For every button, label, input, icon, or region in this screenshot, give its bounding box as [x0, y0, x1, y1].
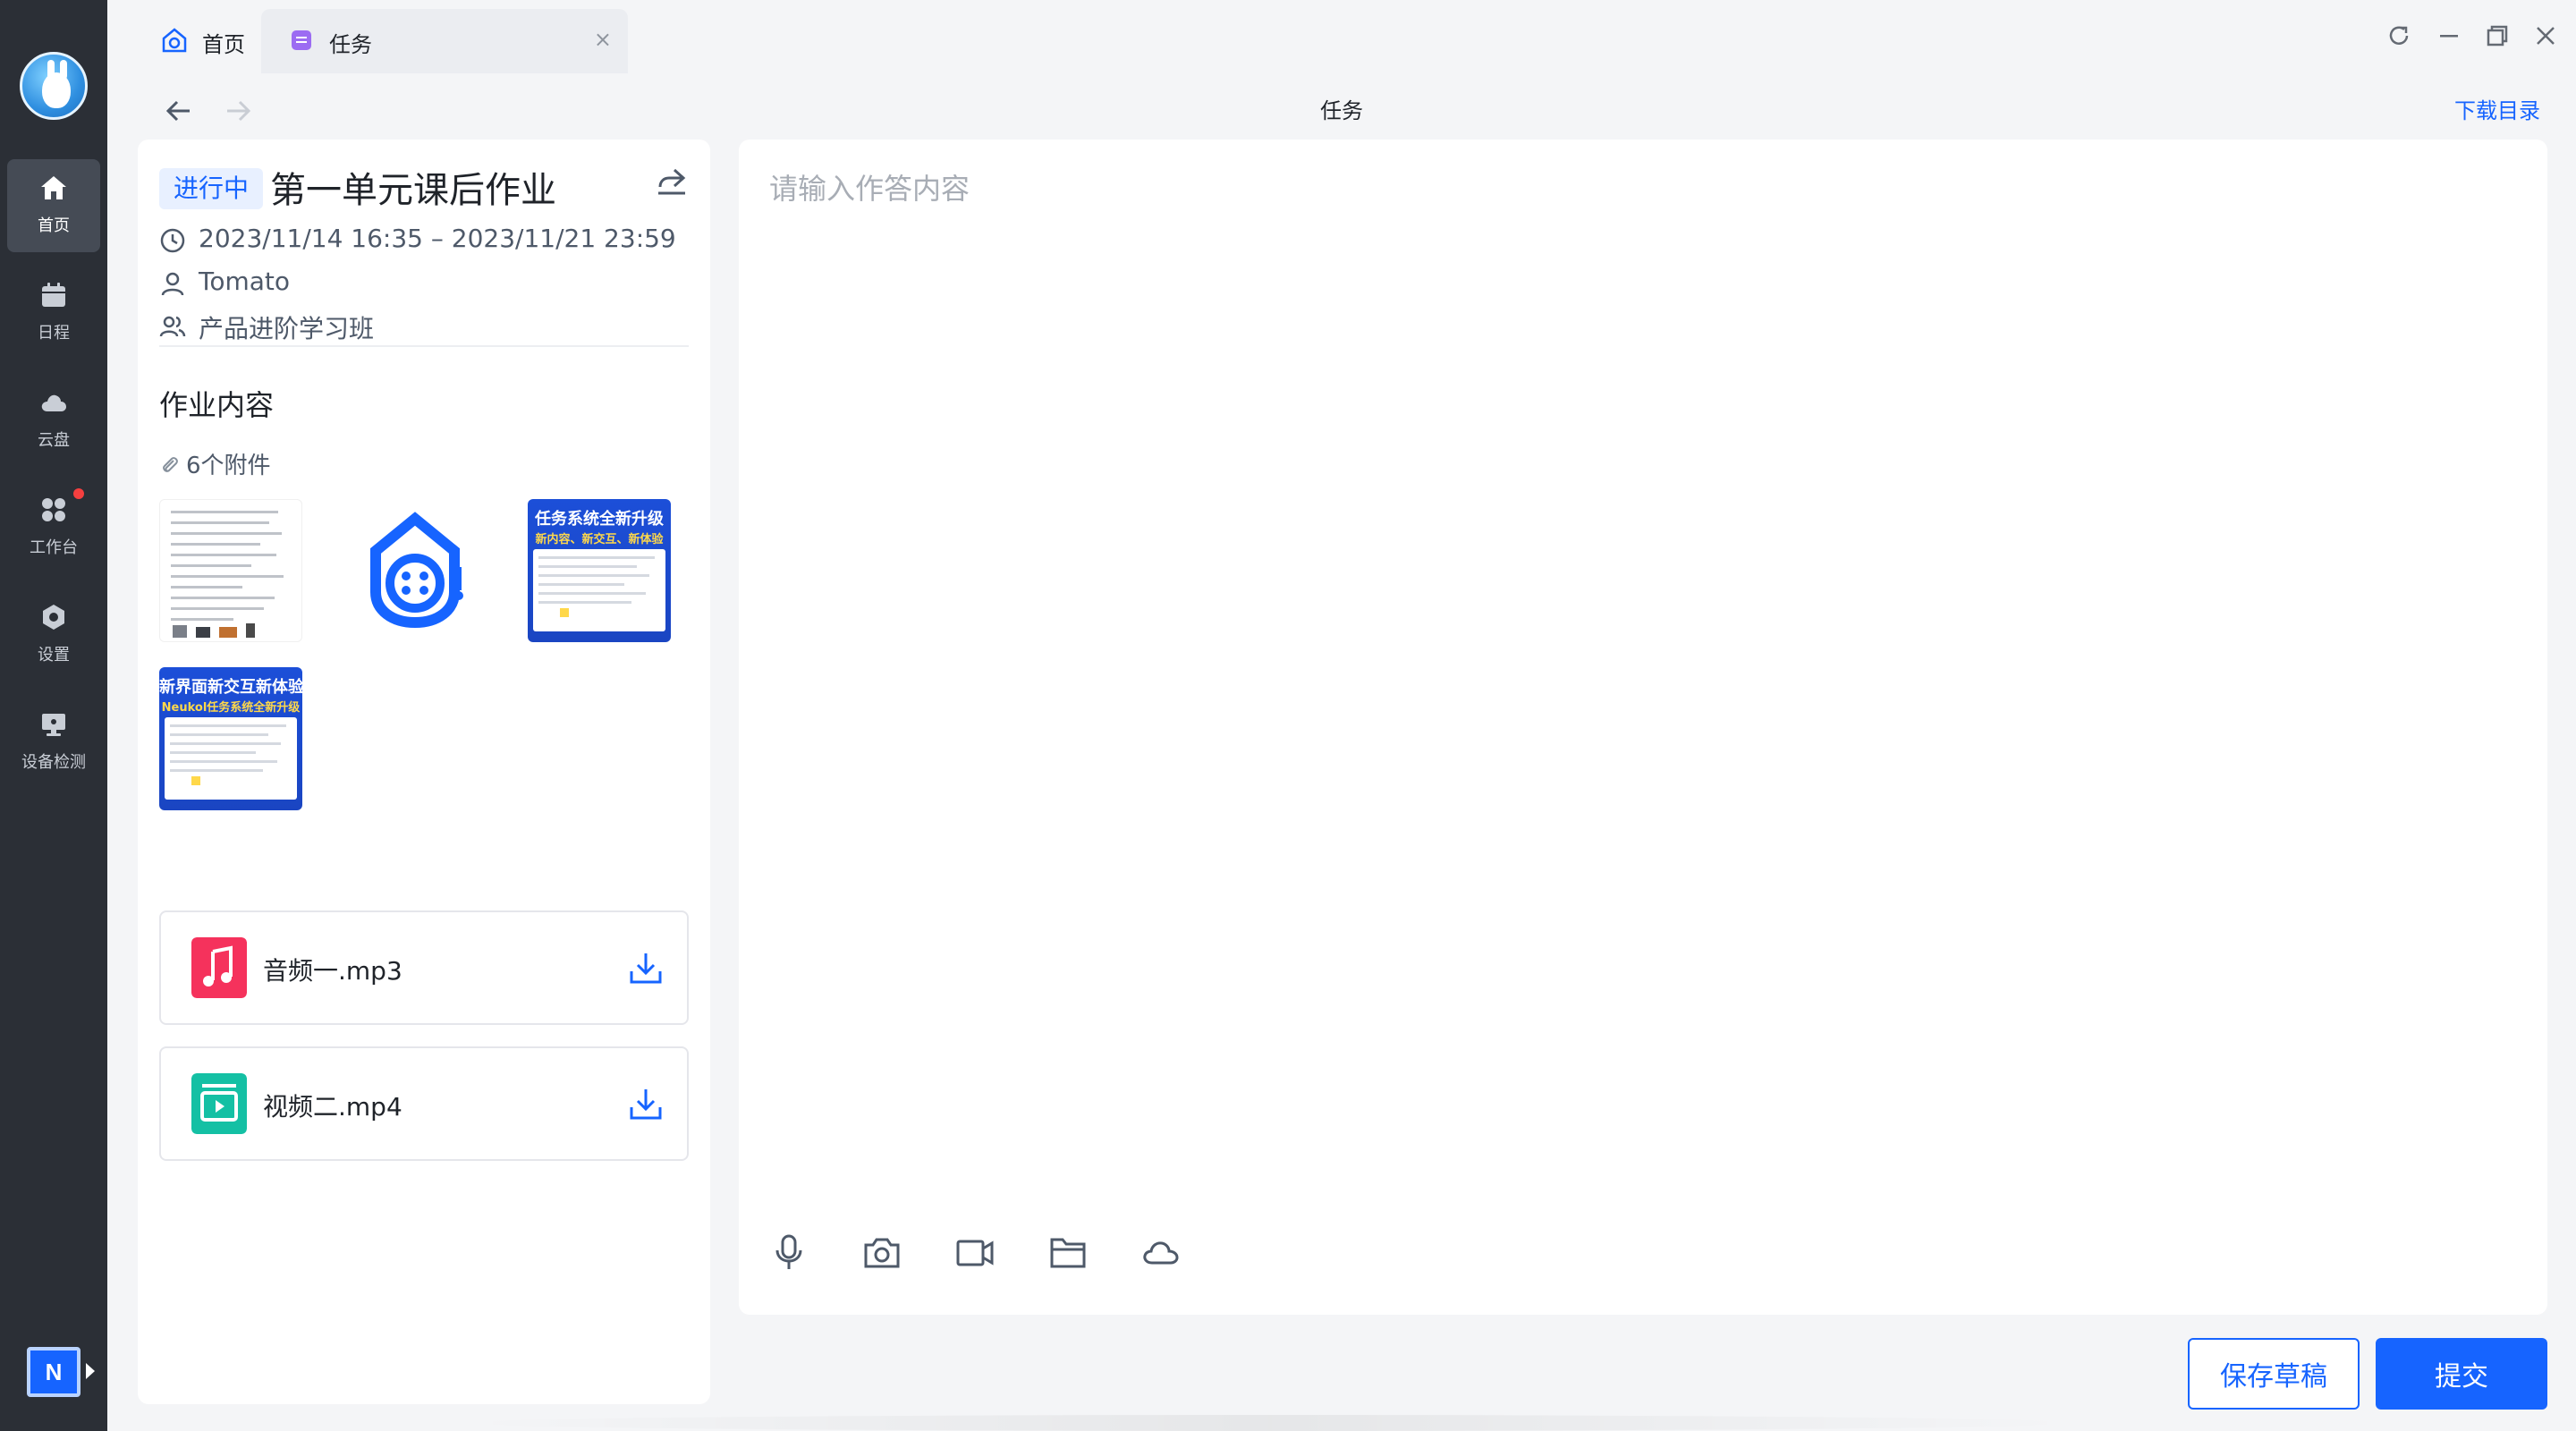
cloud-icon — [41, 394, 66, 411]
expand-arrow-icon[interactable] — [86, 1363, 95, 1379]
user-icon — [161, 272, 184, 296]
notification-badge — [73, 488, 84, 499]
sidebar-item-label: 首页 — [38, 216, 70, 235]
audio-file-icon — [191, 937, 247, 998]
task-class-name: 产品进阶学习班 — [199, 314, 375, 343]
sidebar-item-label: 日程 — [38, 324, 70, 343]
tab-label: 任务 — [329, 32, 372, 57]
section-title: 作业内容 — [159, 388, 275, 422]
status-badge: 进行中 — [159, 168, 263, 209]
video-file-icon — [191, 1073, 247, 1134]
download-icon[interactable] — [628, 950, 664, 986]
clock-icon — [160, 228, 185, 253]
bottom-shadow — [465, 1415, 2075, 1431]
banner-subtitle: 新内容、新交互、新体验 — [535, 533, 664, 546]
submit-button[interactable]: 提交 — [2376, 1338, 2547, 1410]
banner-title: 新界面新交互新体验 — [159, 678, 302, 697]
sidebar-item-label: 工作台 — [30, 538, 78, 557]
device-check-icon — [42, 714, 65, 736]
home-icon — [41, 176, 66, 199]
share-icon[interactable] — [653, 163, 691, 200]
tab-task[interactable]: 任务 × — [261, 9, 628, 73]
attachment-thumbnail-logo[interactable] — [343, 499, 487, 642]
sidebar-item-workbench[interactable]: 工作台 — [7, 481, 100, 574]
divider — [159, 345, 689, 347]
task-detail-panel: 进行中 第一单元课后作业 2023/11/14 16:35 – 2023/11/… — [138, 140, 710, 1404]
download-directory-link[interactable]: 下载目录 — [2454, 93, 2540, 124]
sidebar-item-settings[interactable]: 设置 — [7, 588, 100, 682]
attachment-file-video[interactable]: 视频二.mp4 — [159, 1046, 689, 1161]
folder-icon[interactable] — [1048, 1232, 1088, 1272]
tab-label: 首页 — [202, 32, 245, 57]
attachment-count: 6个附件 — [159, 447, 271, 480]
paperclip-icon — [163, 457, 178, 472]
banner-title: 任务系统全新升级 — [535, 510, 664, 529]
sidebar-item-device-check[interactable]: 设备检测 — [7, 696, 100, 789]
answer-panel — [739, 140, 2547, 1315]
close-window-icon[interactable] — [2529, 20, 2562, 52]
app-logo-icon — [370, 512, 463, 629]
answer-input[interactable] — [769, 166, 2513, 1061]
file-name: 音频一.mp3 — [263, 956, 402, 986]
attachment-file-audio[interactable]: 音频一.mp3 — [159, 910, 689, 1025]
banner-subtitle: Neukol任务系统全新升级 — [161, 701, 301, 715]
task-author: Tomato — [199, 267, 291, 296]
restore-icon[interactable] — [2481, 20, 2513, 52]
sidebar: 首页 日程 云盘 工作台 设置 设备检测 N — [0, 0, 107, 1431]
user-avatar[interactable] — [20, 52, 88, 120]
task-tab-icon — [292, 30, 311, 50]
settings-icon — [43, 605, 64, 630]
attachment-thumbnail-document[interactable] — [159, 499, 302, 642]
app-logo[interactable]: N — [27, 1347, 80, 1397]
forward-arrow-icon[interactable] — [220, 93, 256, 129]
attachment-thumbnail-banner[interactable]: 任务系统全新升级 新内容、新交互、新体验 — [528, 499, 671, 642]
sidebar-item-cloud[interactable]: 云盘 — [7, 374, 100, 467]
close-icon[interactable]: × — [594, 27, 612, 52]
task-title: 第一单元课后作业 — [270, 170, 556, 211]
tab-bar: 首页 任务 × — [107, 0, 2576, 73]
sidebar-item-calendar[interactable]: 日程 — [7, 267, 100, 360]
camera-icon[interactable] — [862, 1232, 902, 1272]
calendar-icon — [42, 283, 65, 307]
refresh-icon[interactable] — [2383, 20, 2415, 52]
file-name: 视频二.mp4 — [263, 1092, 402, 1122]
back-arrow-icon[interactable] — [161, 93, 197, 129]
main-content: 任务 下载目录 进行中 第一单元课后作业 2023/11/14 16:35 – … — [107, 73, 2576, 1431]
group-icon — [159, 316, 186, 337]
minimize-icon[interactable] — [2433, 20, 2465, 52]
workbench-icon — [42, 498, 65, 521]
page-title: 任务 — [1320, 98, 1363, 123]
home-tab-icon — [162, 28, 187, 53]
cloud-upload-icon[interactable] — [1141, 1232, 1181, 1272]
microphone-icon[interactable] — [769, 1232, 809, 1272]
sidebar-item-home[interactable]: 首页 — [7, 159, 100, 252]
download-icon[interactable] — [628, 1086, 664, 1122]
save-draft-button[interactable]: 保存草稿 — [2188, 1338, 2360, 1410]
sidebar-item-label: 设置 — [38, 646, 70, 665]
sidebar-item-label: 云盘 — [38, 431, 70, 450]
tab-home[interactable]: 首页 — [134, 9, 268, 73]
attachment-count-label: 6个附件 — [186, 453, 271, 479]
sidebar-item-label: 设备检测 — [21, 753, 86, 772]
attachment-thumbnail-banner[interactable]: 新界面新交互新体验 Neukol任务系统全新升级 — [159, 667, 302, 810]
task-time-range: 2023/11/14 16:35 – 2023/11/21 23:59 — [199, 224, 676, 253]
video-camera-icon[interactable] — [955, 1232, 995, 1272]
